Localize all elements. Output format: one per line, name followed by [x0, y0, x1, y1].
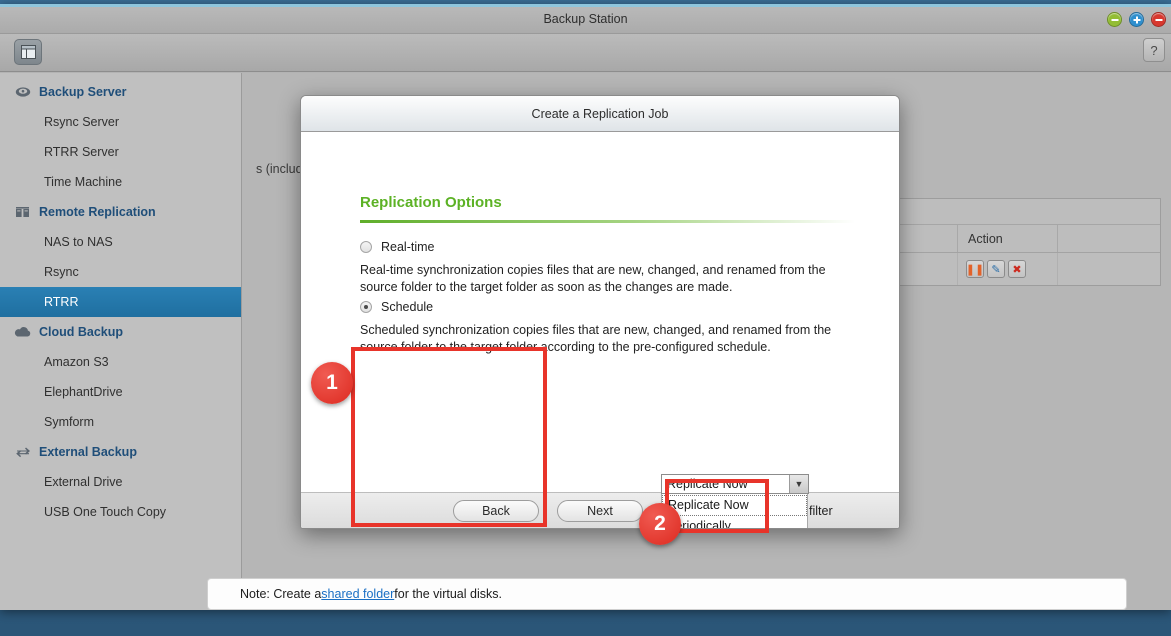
sidebar-navigation: Backup Server Rsync Server RTRR Server T…	[0, 73, 242, 610]
radio-schedule[interactable]	[360, 301, 372, 313]
select-option-replicate-now[interactable]: Replicate Now	[662, 495, 807, 516]
minimize-button[interactable]	[1107, 12, 1122, 27]
sidebar-item-label: External Drive	[44, 475, 123, 489]
sidebar-item-label: ElephantDrive	[44, 385, 123, 399]
footer-note: Note: Create a shared folder for the vir…	[207, 578, 1127, 610]
table-toolbar	[883, 199, 1160, 225]
sidebar-item-label: RTRR	[44, 295, 79, 309]
replication-icon	[14, 205, 31, 220]
next-button[interactable]: Next	[557, 499, 643, 522]
table-cell-trailing	[1058, 253, 1160, 285]
sidebar-group-cloud-backup[interactable]: Cloud Backup	[0, 317, 241, 347]
sidebar-item-rsync[interactable]: Rsync	[0, 257, 241, 287]
table-row: ❚❚ ✎ ✖	[883, 253, 1160, 285]
dialog-title: Create a Replication Job	[301, 96, 899, 132]
window-title: Backup Station	[543, 12, 628, 26]
shared-folder-link[interactable]: shared folder	[321, 587, 394, 601]
chevron-down-icon[interactable]: ▼	[789, 475, 808, 493]
sidebar-item-usb-one-touch-copy[interactable]: USB One Touch Copy	[0, 497, 241, 527]
sidebar-item-label: RTRR Server	[44, 145, 119, 159]
option-schedule[interactable]: Schedule	[360, 300, 433, 314]
app-toolbar: ?	[0, 34, 1171, 72]
window-controls	[1107, 12, 1166, 27]
dialog-body: Replication Options Real-time Real-time …	[301, 132, 899, 528]
sidebar-group-label: Backup Server	[39, 85, 127, 99]
server-icon	[14, 85, 31, 100]
sidebar-item-rsync-server[interactable]: Rsync Server	[0, 107, 241, 137]
delete-action-icon[interactable]: ✖	[1008, 260, 1026, 278]
sync-arrows-icon	[14, 445, 31, 460]
sidebar-item-time-machine[interactable]: Time Machine	[0, 167, 241, 197]
sidebar-item-rtrr[interactable]: RTRR	[0, 287, 241, 317]
sidebar-item-external-drive[interactable]: External Drive	[0, 467, 241, 497]
sidebar-item-label: USB One Touch Copy	[44, 505, 167, 519]
table-cell-actions: ❚❚ ✎ ✖	[958, 253, 1058, 285]
table-header-row: Action	[883, 225, 1160, 253]
close-button[interactable]	[1151, 12, 1166, 27]
sidebar-item-label: NAS to NAS	[44, 235, 113, 249]
panel-toggle-icon[interactable]	[14, 39, 42, 65]
sidebar-group-remote-replication[interactable]: Remote Replication	[0, 197, 241, 227]
replication-jobs-table: Action ❚❚ ✎ ✖	[882, 198, 1161, 286]
edit-action-icon[interactable]: ✎	[987, 260, 1005, 278]
sidebar-item-label: Rsync	[44, 265, 79, 279]
sidebar-item-rtrr-server[interactable]: RTRR Server	[0, 137, 241, 167]
section-divider	[360, 220, 855, 223]
section-heading: Replication Options	[360, 194, 502, 211]
option-schedule-description: Scheduled synchronization copies files t…	[360, 323, 832, 354]
sidebar-group-label: External Backup	[39, 445, 137, 459]
cloud-icon	[14, 325, 31, 340]
pause-action-icon[interactable]: ❚❚	[966, 260, 984, 278]
help-button[interactable]: ?	[1143, 38, 1165, 62]
maximize-button[interactable]	[1129, 12, 1144, 27]
back-button[interactable]: Back	[453, 499, 539, 522]
sidebar-item-amazon-s3[interactable]: Amazon S3	[0, 347, 241, 377]
table-header-trailing	[1058, 225, 1160, 252]
annotation-badge-2: 2	[639, 503, 681, 545]
annotation-badge-1: 1	[311, 362, 353, 404]
schedule-select-list[interactable]: Replicate Now Periodically Hourly Daily …	[661, 494, 808, 528]
schedule-select-box[interactable]: Replicate Now ▼	[661, 474, 809, 494]
sidebar-group-backup-server[interactable]: Backup Server	[0, 77, 241, 107]
layout-icon	[20, 45, 36, 59]
table-header-action: Action	[958, 225, 1058, 252]
filter-label: filter	[809, 504, 833, 518]
window-titlebar: Backup Station	[0, 7, 1171, 34]
select-option-periodically[interactable]: Periodically	[662, 516, 807, 528]
footer-note-prefix: Note: Create a	[240, 587, 322, 601]
sidebar-group-label: Remote Replication	[39, 205, 156, 219]
option-realtime-label: Real-time	[381, 240, 435, 254]
option-realtime[interactable]: Real-time	[360, 240, 435, 254]
sidebar-item-label: Rsync Server	[44, 115, 120, 129]
create-replication-job-dialog: Create a Replication Job Replication Opt…	[300, 95, 900, 529]
schedule-dropdown[interactable]: Replicate Now ▼ Replicate Now Periodical…	[661, 474, 809, 528]
footer-note-suffix: for the virtual disks.	[394, 587, 502, 601]
sidebar-item-nas-to-nas[interactable]: NAS to NAS	[0, 227, 241, 257]
option-realtime-description: Real-time synchronization copies files t…	[360, 263, 826, 294]
sidebar-item-label: Time Machine	[44, 175, 123, 189]
sidebar-item-symform[interactable]: Symform	[0, 407, 241, 437]
sidebar-item-elephantdrive[interactable]: ElephantDrive	[0, 377, 241, 407]
sidebar-item-label: Symform	[44, 415, 94, 429]
option-schedule-label: Schedule	[381, 300, 434, 314]
sidebar-group-external-backup[interactable]: External Backup	[0, 437, 241, 467]
sidebar-item-label: Amazon S3	[44, 355, 109, 369]
radio-realtime[interactable]	[360, 241, 372, 253]
sidebar-group-label: Cloud Backup	[39, 325, 124, 339]
backup-station-window: Backup Station ? Backup Server Rsync Ser…	[0, 4, 1171, 610]
schedule-select-value: Replicate Now	[667, 477, 748, 491]
